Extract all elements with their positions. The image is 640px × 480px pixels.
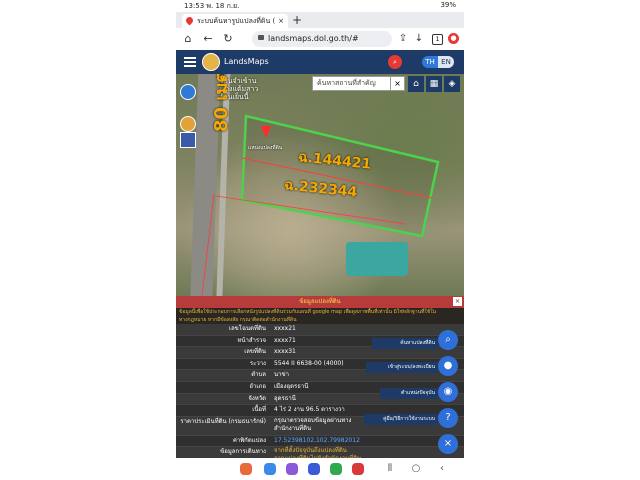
new-tab-button[interactable]: + (292, 12, 302, 28)
back-icon[interactable]: ← (200, 30, 216, 48)
home-map-icon[interactable]: ⌂ (408, 76, 424, 92)
tools-icon[interactable] (180, 132, 196, 148)
reload-icon[interactable]: ↻ (220, 30, 236, 48)
address-bar[interactable]: landsmaps.dol.go.th/# (252, 31, 392, 47)
share-icon[interactable]: ⇪ (396, 32, 410, 46)
app-header: LandsMaps ⌕ TH EN (176, 50, 464, 74)
tab-count-button[interactable]: 1 (432, 34, 443, 45)
browser-tab[interactable]: ระบบค้นหารูปแปลงที่ดิน (Land × (182, 14, 288, 28)
user-guide-label: คู่มือ/วิธีการใช้งานระบบ (364, 414, 438, 425)
lock-icon (258, 35, 264, 40)
opera-menu-icon[interactable]: ● (448, 33, 459, 44)
status-time: 13:53 พ. 18 ก.ย. (184, 2, 240, 10)
battery-level: 39% (440, 1, 456, 9)
back-button-icon[interactable]: ‹ (436, 462, 448, 476)
url-text: landsmaps.dol.go.th/# (268, 34, 359, 43)
home-icon[interactable]: ⌂ (180, 30, 196, 48)
status-bar: 13:53 พ. 18 ก.ย. 39% (176, 0, 464, 12)
lang-en-button[interactable]: EN (438, 56, 454, 68)
search-parcel-label: ค้นหาแปลงที่ดิน (372, 338, 438, 349)
info-close-button[interactable]: × (453, 297, 462, 306)
keyboard-icon[interactable]: ▦ (426, 76, 442, 92)
current-location-label: ตำแหน่งปัจจุบัน (380, 388, 438, 399)
line-app-icon[interactable] (330, 463, 342, 475)
app-title: LandsMaps (224, 57, 269, 66)
coordinate-link[interactable]: 17.52398102,102.79982012 (274, 436, 360, 446)
opera-app-icon[interactable] (352, 463, 364, 475)
gps-icon[interactable] (180, 84, 196, 100)
coordinate-row: ค่าพิกัดแปลง 17.52398102,102.79982012 (176, 435, 464, 448)
lang-th-button[interactable]: TH (422, 56, 438, 68)
search-clear-button[interactable]: × (390, 76, 405, 91)
home-button-icon[interactable]: ○ (410, 462, 422, 476)
tab-title: ระบบค้นหารูปแปลงที่ดิน (Land (197, 17, 275, 25)
map-pin-icon (184, 15, 195, 26)
parcel-info-header: ข้อมูลแปลงที่ดิน × (176, 296, 464, 308)
layers-icon[interactable]: ◈ (444, 76, 460, 92)
gallery-app-icon[interactable] (308, 463, 320, 475)
tab-close-button[interactable]: × (278, 14, 284, 28)
disclaimer-text: ข้อมูลนี้เพื่อใช้ประกอบการเลือกหนังรูปแป… (176, 308, 464, 324)
android-nav-bar: ⦀ ○ ‹ (176, 458, 464, 480)
phone-screen: 13:53 พ. 18 ก.ย. 39% ระบบค้นหารูปแปลงที่… (176, 0, 464, 480)
landmark-search-input[interactable]: ค้นหาสถานที่สำคัญ (312, 76, 392, 91)
hamburger-menu-icon[interactable] (184, 56, 196, 68)
search-parcel-button[interactable]: ⌕ (438, 330, 458, 350)
browser-tab-strip: ระบบค้นหารูปแปลงที่ดิน (Land × + (176, 12, 464, 28)
search-location-icon[interactable]: ⌕ (388, 55, 402, 69)
measure-icon[interactable] (180, 116, 196, 132)
table-row: เลขโฉนดที่ดิน xxxx21 (176, 324, 464, 336)
close-menu-button[interactable]: × (438, 434, 458, 454)
user-guide-button[interactable]: ? (438, 408, 458, 428)
browser-app-icon[interactable] (286, 463, 298, 475)
recent-apps-icon[interactable]: ⦀ (384, 462, 396, 476)
messages-app-icon[interactable] (264, 463, 276, 475)
download-icon[interactable]: ↓ (412, 32, 426, 46)
camera-app-icon[interactable] (240, 463, 252, 475)
pin-label: แหน่งแปลงที่ดิน (248, 145, 283, 151)
distance-label: 80 เมตร (211, 74, 232, 132)
landsmaps-logo (202, 53, 220, 71)
login-register-label: เข้าสู่ระบบ/ลงทะเบียน (366, 362, 438, 373)
current-location-button[interactable]: ◉ (438, 382, 458, 402)
satellite-map[interactable]: ร้านจำเข้าน แต่งแต้มสาว ร้านเย็นนี้ แหน่… (176, 74, 464, 296)
browser-toolbar: ⌂ ← ↻ landsmaps.dol.go.th/# ⇪ ↓ 1 ● (176, 28, 464, 51)
login-register-button[interactable]: ● (438, 356, 458, 376)
